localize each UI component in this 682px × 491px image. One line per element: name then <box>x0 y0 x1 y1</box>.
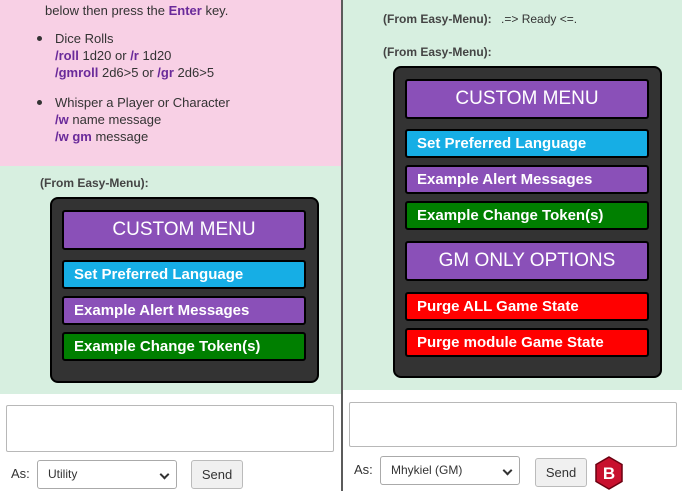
help-item-dice-rolls: Dice Rolls /roll 1d20 or /r 1d20 /gmroll… <box>37 30 214 81</box>
help-intro-pre: below then press the <box>45 3 165 18</box>
easy-menu-message: (From Easy-Menu): CUSTOM MENU Set Prefer… <box>0 166 341 394</box>
left-chat-pane: below then press the Enter key. Dice Rol… <box>0 0 341 491</box>
gm-only-options-header: GM ONLY OPTIONS <box>405 241 649 281</box>
send-button[interactable]: Send <box>191 460 243 489</box>
help-item-whisper: Whisper a Player or Character /w name me… <box>37 94 230 145</box>
help-intro-post: key. <box>205 3 229 18</box>
chat-input[interactable] <box>349 402 677 447</box>
set-preferred-language-button[interactable]: Set Preferred Language <box>62 260 306 289</box>
root: below then press the Enter key. Dice Rol… <box>0 0 682 491</box>
purge-module-game-state-button[interactable]: Purge module Game State <box>405 328 649 357</box>
speaking-as-select[interactable]: Mhykiel (GM) <box>380 456 520 485</box>
help-cmd: /gr <box>157 65 174 80</box>
help-arg: 1d20 or <box>82 48 127 63</box>
help-intro: below then press the Enter key. <box>45 3 228 18</box>
help-cmd: /w <box>55 112 69 127</box>
help-intro-key: Enter <box>168 3 202 18</box>
help-arg: 1d20 <box>142 48 172 63</box>
help-cmd: /r <box>130 48 139 63</box>
message-sender: (From Easy-Menu): <box>40 176 149 190</box>
custom-menu-box: CUSTOM MENU Set Preferred Language Examp… <box>393 66 662 378</box>
speaking-as-select[interactable]: Utility <box>37 460 177 489</box>
purge-all-game-state-button[interactable]: Purge ALL Game State <box>405 292 649 321</box>
help-cmd: /w gm <box>55 129 92 144</box>
speaking-as-value: Utility <box>48 467 78 481</box>
example-change-tokens-button[interactable]: Example Change Token(s) <box>405 201 649 230</box>
example-alert-messages-button[interactable]: Example Alert Messages <box>62 296 306 325</box>
help-item-title: Dice Rolls <box>55 31 114 46</box>
custom-menu-header: CUSTOM MENU <box>62 210 306 250</box>
status-text: .=> Ready <=. <box>501 12 578 26</box>
badge-letter: B <box>603 464 615 483</box>
chat-log: (From Easy-Menu): .=> Ready <=. (From Ea… <box>343 0 682 390</box>
status-sender: (From Easy-Menu): <box>383 12 492 26</box>
status-message: (From Easy-Menu): .=> Ready <=. <box>383 12 577 26</box>
beyond20-badge-icon[interactable]: B <box>594 456 624 490</box>
example-alert-messages-button[interactable]: Example Alert Messages <box>405 165 649 194</box>
help-arg: 2d6>5 or <box>101 65 154 80</box>
example-change-tokens-button[interactable]: Example Change Token(s) <box>62 332 306 361</box>
chevron-down-icon <box>502 465 513 476</box>
help-item-title: Whisper a Player or Character <box>55 95 230 110</box>
help-arg: 2d6>5 <box>177 65 215 80</box>
set-preferred-language-button[interactable]: Set Preferred Language <box>405 129 649 158</box>
custom-menu-header: CUSTOM MENU <box>405 79 649 119</box>
as-label: As: <box>11 466 30 481</box>
right-chat-pane: (From Easy-Menu): .=> Ready <=. (From Ea… <box>343 0 682 491</box>
help-arg: message <box>95 129 149 144</box>
custom-menu-box: CUSTOM MENU Set Preferred Language Examp… <box>50 197 319 383</box>
help-arg: name message <box>72 112 162 127</box>
help-cmd: /gmroll <box>55 65 99 80</box>
speaking-as-value: Mhykiel (GM) <box>391 463 463 477</box>
bullet-icon <box>37 36 42 41</box>
as-label: As: <box>354 462 373 477</box>
help-message: below then press the Enter key. Dice Rol… <box>0 0 341 166</box>
message-sender: (From Easy-Menu): <box>383 45 492 59</box>
send-button[interactable]: Send <box>535 458 587 487</box>
chevron-down-icon <box>159 469 170 480</box>
help-cmd: /roll <box>55 48 79 63</box>
bullet-icon <box>37 100 42 105</box>
chat-input[interactable] <box>6 405 334 452</box>
